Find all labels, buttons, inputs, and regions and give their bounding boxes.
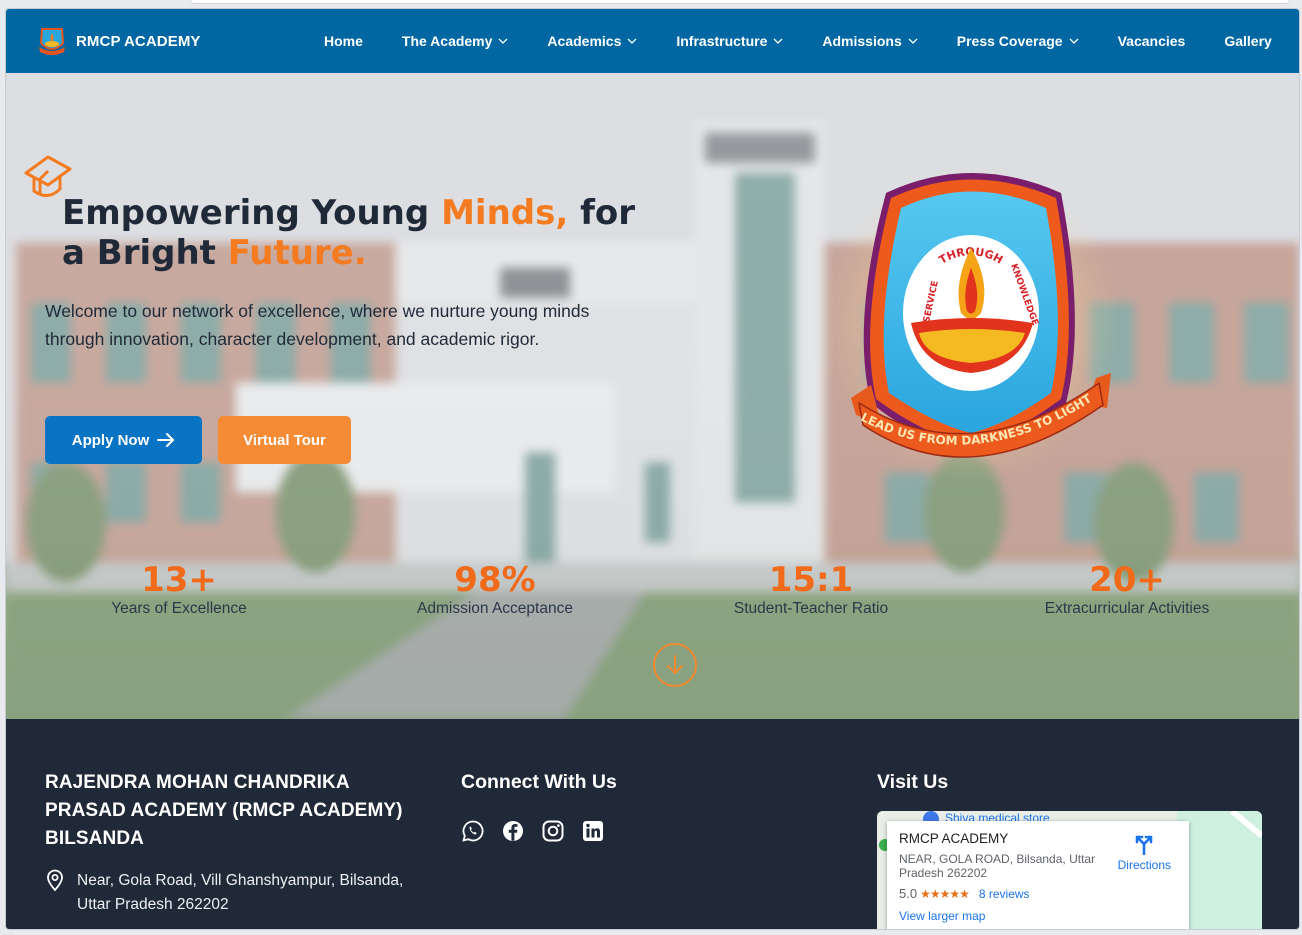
- apply-now-button[interactable]: Apply Now: [45, 416, 202, 464]
- directions-button[interactable]: Directions: [1118, 833, 1171, 872]
- map-place-address: NEAR, GOLA ROAD, Bilsanda, Uttar Pradesh…: [899, 852, 1096, 880]
- nav-item-infrastructure[interactable]: Infrastructure: [676, 33, 783, 49]
- nav-item-vacancies[interactable]: Vacancies: [1118, 33, 1186, 49]
- map-rating-value: 5.0: [899, 886, 918, 901]
- title-text-1: Empowering Young: [62, 193, 442, 233]
- stat-value: 13+: [141, 560, 217, 600]
- location-pin-icon: [47, 869, 63, 891]
- academy-logo-icon: [39, 28, 65, 55]
- title-highlight-future: Future.: [227, 233, 367, 273]
- virtual-tour-button[interactable]: Virtual Tour: [218, 416, 351, 464]
- chevron-down-icon: [908, 38, 918, 44]
- stat-value: 15:1: [768, 560, 854, 600]
- stat-label: Years of Excellence: [111, 600, 247, 617]
- stat-item: 13+ Years of Excellence: [19, 561, 339, 618]
- nav-item-press-coverage[interactable]: Press Coverage: [957, 33, 1079, 49]
- nav-item-home[interactable]: Home: [324, 33, 363, 49]
- social-links: [461, 819, 621, 843]
- nav-item-the-academy[interactable]: The Academy: [402, 33, 509, 49]
- connect-heading: Connect With Us: [461, 771, 617, 793]
- title-highlight-minds: Minds,: [441, 193, 569, 233]
- nav-item-admissions[interactable]: Admissions: [822, 33, 918, 49]
- map-rating-row: 5.0 ★★★★★ 8 reviews: [899, 886, 1177, 901]
- stat-item: 15:1 Student-Teacher Ratio: [651, 561, 971, 618]
- directions-label: Directions: [1117, 858, 1171, 872]
- map-rating-stars: ★★★★★: [920, 886, 970, 901]
- google-map-embed[interactable]: Shiva medical store RMCP ACADEMY NEAR, G…: [877, 811, 1262, 929]
- academy-emblem: THROUGH SERVICE KNOWLEDGE LEAD US FROM D…: [821, 163, 1121, 483]
- hero-title: Empowering Young Minds, for a Bright Fut…: [62, 193, 662, 273]
- nav-item-label: Admissions: [822, 33, 902, 49]
- directions-icon: [1136, 835, 1153, 856]
- stat-item: 98% Admission Acceptance: [335, 561, 655, 618]
- arrow-down-icon: [667, 655, 683, 674]
- linkedin-icon[interactable]: [581, 819, 605, 843]
- stat-value: 98%: [454, 560, 536, 600]
- hero-subtitle: Welcome to our network of excellence, wh…: [45, 301, 590, 349]
- arrow-right-icon: [157, 433, 175, 447]
- nav-item-label: Home: [324, 33, 363, 49]
- visit-heading: Visit Us: [877, 771, 949, 793]
- map-reviews-link[interactable]: 8 reviews: [979, 887, 1030, 901]
- browser-edge: [190, 0, 1290, 4]
- view-larger-map-link[interactable]: View larger map: [899, 909, 1177, 923]
- top-navbar: RMCP ACADEMY Home The Academy Academics Inf…: [6, 9, 1299, 73]
- footer: RAJENDRA MOHAN CHANDRIKA PRASAD ACADEMY …: [6, 719, 1299, 929]
- nav-item-label: Gallery: [1224, 33, 1272, 49]
- nav-item-label: The Academy: [401, 33, 493, 49]
- map-info-card: RMCP ACADEMY NEAR, GOLA ROAD, Bilsanda, …: [887, 821, 1189, 929]
- page-frame: RMCP ACADEMY Home The Academy Academics Inf…: [5, 8, 1300, 930]
- footer-address-text: Near, Gola Road, Vill Ghanshyampur, Bils…: [77, 872, 404, 913]
- hero-section: Empowering Young Minds, for a Bright Fut…: [6, 73, 1299, 719]
- whatsapp-icon[interactable]: [461, 819, 485, 843]
- stats-bar: 13+ Years of Excellence 98% Admission Accep…: [6, 561, 1299, 631]
- nav-item-label: Vacancies: [1117, 33, 1186, 49]
- nav-item-academics[interactable]: Academics: [547, 33, 637, 49]
- nav-item-label: Academics: [547, 33, 622, 49]
- scroll-down-button[interactable]: [653, 643, 697, 687]
- chevron-down-icon: [498, 38, 508, 44]
- stat-label: Admission Acceptance: [417, 600, 573, 617]
- main-menu: Home The Academy Academics Infrastructure Ad…: [324, 9, 1272, 73]
- footer-address: Near, Gola Road, Vill Ghanshyampur, Bils…: [45, 869, 417, 917]
- apply-now-label: Apply Now: [71, 431, 150, 449]
- stat-item: 20+ Extracurricular Activities: [967, 561, 1287, 618]
- facebook-icon[interactable]: [501, 819, 525, 843]
- brand[interactable]: RMCP ACADEMY: [36, 25, 201, 57]
- nav-item-label: Press Coverage: [956, 33, 1063, 49]
- chevron-down-icon: [627, 38, 637, 44]
- chevron-down-icon: [1069, 38, 1079, 44]
- nav-item-label: Infrastructure: [676, 33, 768, 49]
- stat-label: Student-Teacher Ratio: [733, 600, 889, 617]
- chevron-down-icon: [773, 38, 783, 44]
- instagram-icon[interactable]: [541, 819, 565, 843]
- nav-item-gallery[interactable]: Gallery: [1224, 33, 1271, 49]
- stat-label: Extracurricular Activities: [1044, 600, 1210, 617]
- brand-name: RMCP ACADEMY: [76, 32, 201, 50]
- virtual-tour-label: Virtual Tour: [243, 431, 326, 449]
- footer-school-name: RAJENDRA MOHAN CHANDRIKA PRASAD ACADEMY …: [45, 772, 403, 849]
- stat-value: 20+: [1089, 560, 1165, 600]
